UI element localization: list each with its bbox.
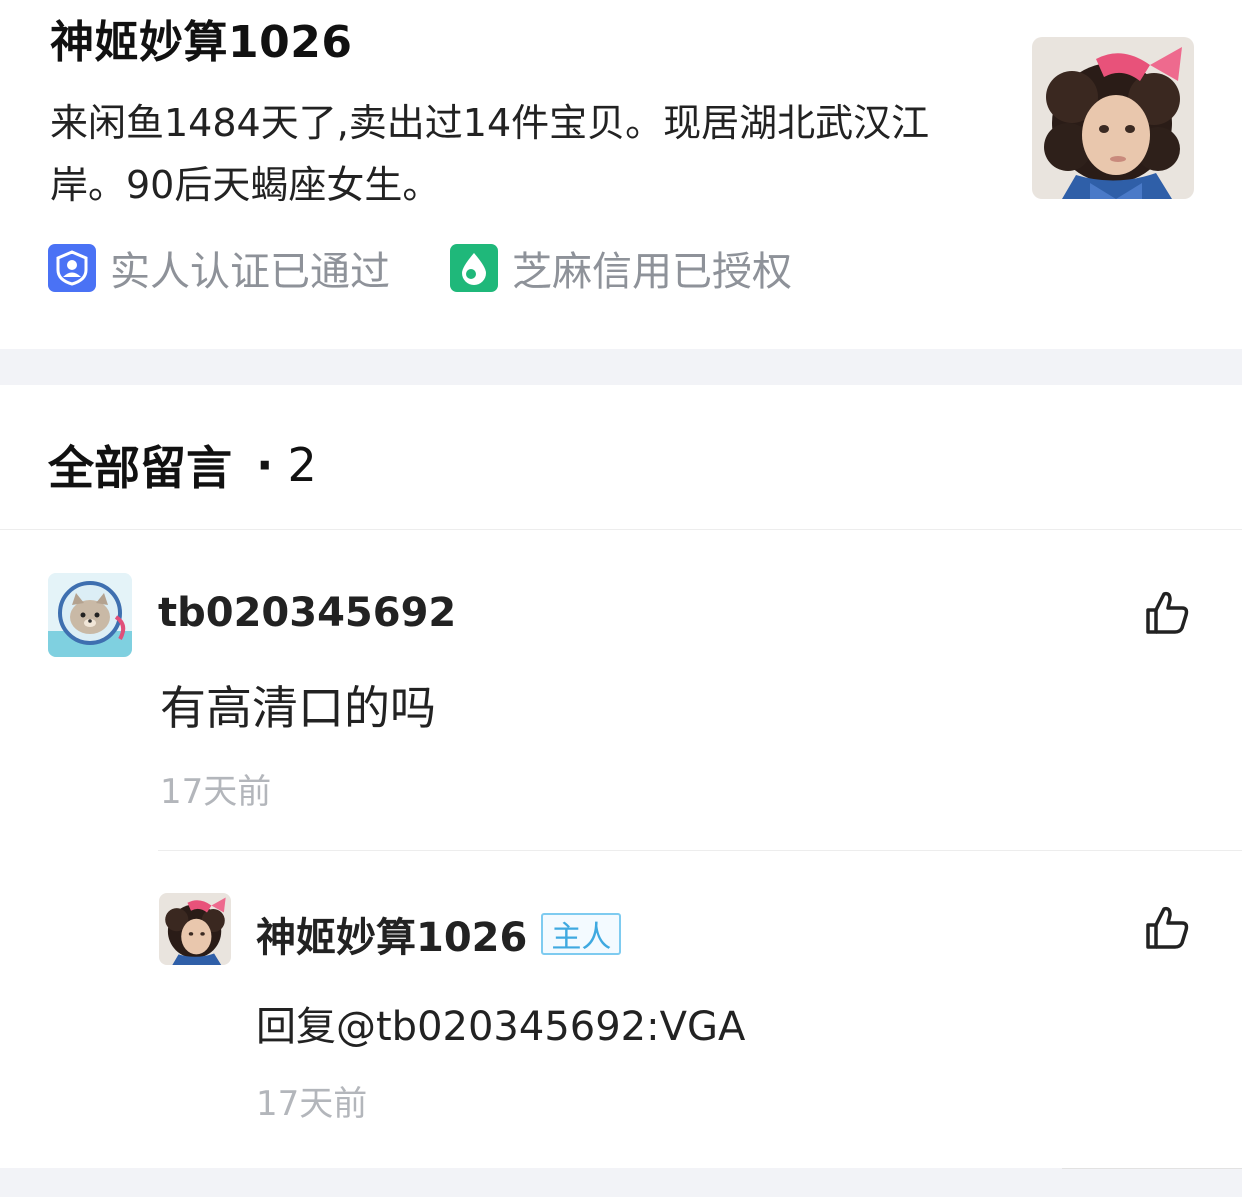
- commenter-avatar[interactable]: [48, 573, 132, 657]
- item-detail-page: 神姬妙算1026 来闲鱼1484天了,卖出过14件宝贝。现居湖北武汉江岸。90后…: [0, 0, 1242, 1197]
- reply-username[interactable]: 神姬妙算1026: [256, 905, 527, 963]
- thumbs-up-icon[interactable]: [1142, 588, 1192, 638]
- comment-time: 17天前: [160, 772, 272, 812]
- bottom-divider-line: [1062, 1168, 1242, 1169]
- verify-badge-label: 实人认证已通过: [110, 249, 390, 295]
- comments-header: 全部留言 · 2: [48, 432, 317, 498]
- seller-avatar[interactable]: [1032, 37, 1194, 199]
- comments-count: 2: [287, 438, 317, 492]
- sesame-credit-badge[interactable]: 芝麻信用已授权: [450, 244, 792, 295]
- comments-separator: ·: [256, 438, 274, 492]
- comment-text: 有高清口的吗: [160, 681, 436, 735]
- section-divider: [0, 349, 1242, 385]
- girl-portrait-avatar-icon: [159, 893, 231, 965]
- reply-avatar[interactable]: [159, 893, 231, 965]
- reply-divider: [158, 850, 1242, 851]
- credit-badge-label: 芝麻信用已授权: [512, 249, 792, 295]
- reply-text: 回复@tb020345692:VGA: [256, 1004, 746, 1050]
- sesame-drop-icon: [450, 244, 498, 292]
- commenter-username[interactable]: tb020345692: [158, 590, 456, 636]
- cat-astronaut-avatar-icon: [48, 573, 132, 657]
- owner-tag: 主人: [541, 913, 622, 955]
- header-divider: [0, 529, 1242, 530]
- seller-description: 来闲鱼1484天了,卖出过14件宝贝。现居湖北武汉江岸。90后天蝎座女生。: [50, 101, 930, 207]
- reply-time: 17天前: [256, 1084, 368, 1124]
- person-shield-icon: [48, 244, 96, 292]
- seller-name[interactable]: 神姬妙算1026: [50, 6, 352, 70]
- girl-portrait-avatar-icon: [1032, 37, 1194, 199]
- reply-username-row: 神姬妙算1026 主人: [256, 905, 622, 963]
- bottom-divider: [0, 1168, 1242, 1197]
- real-person-verified-badge[interactable]: 实人认证已通过: [48, 244, 390, 295]
- thumbs-up-icon[interactable]: [1142, 903, 1192, 953]
- comments-title: 全部留言: [48, 441, 232, 495]
